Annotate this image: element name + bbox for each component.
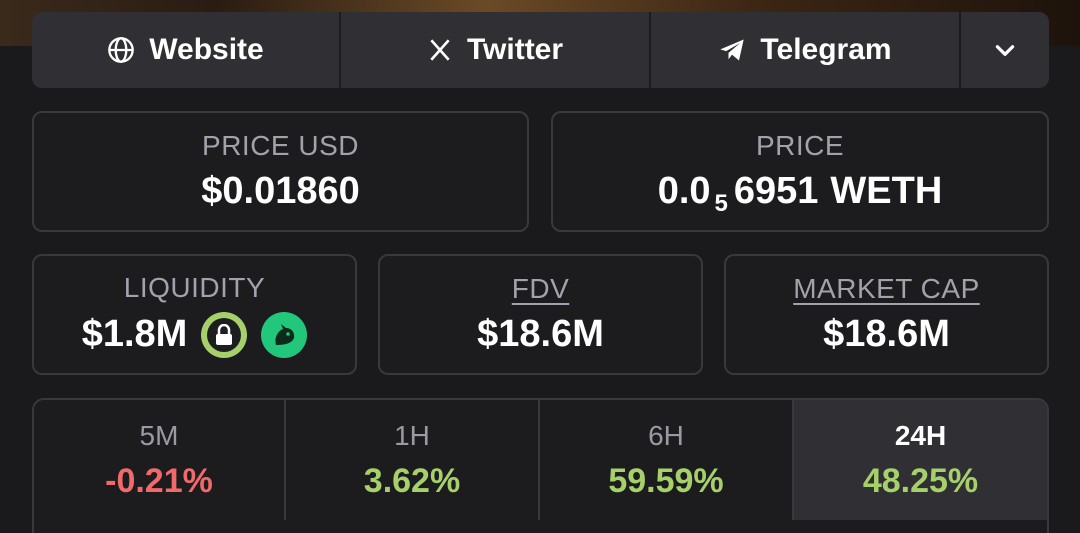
fdv-card: FDV $18.6M	[378, 254, 703, 375]
price-prefix: 0.0	[657, 170, 711, 212]
market-cap-value: $18.6M	[823, 313, 950, 355]
price-native-label: PRICE	[755, 130, 845, 161]
telegram-button[interactable]: Telegram	[651, 12, 961, 88]
price-native-card: PRICE 0.0 5 6951 WETH	[551, 111, 1049, 232]
price-change-value: -0.21%	[105, 461, 213, 500]
price-unit: WETH	[830, 170, 943, 212]
social-links-bar: Website Twitter Telegram	[32, 12, 1049, 88]
uniswap-icon[interactable]	[261, 311, 308, 358]
price-digits: 6951	[733, 170, 819, 212]
liquidity-card: LIQUIDITY $1.8M	[32, 254, 357, 375]
tab-label: 24H	[894, 419, 947, 451]
price-usd-label: PRICE USD	[202, 130, 359, 161]
price-change-value: 59.59%	[608, 461, 724, 500]
market-cap-label[interactable]: MARKET CAP	[793, 273, 980, 305]
tab-1h[interactable]: 1H 3.62%	[286, 400, 540, 520]
telegram-label: Telegram	[760, 33, 892, 66]
liquidity-value-row: $1.8M	[81, 311, 308, 358]
twitter-label: Twitter	[466, 33, 564, 66]
chevron-down-icon	[995, 45, 1015, 56]
market-cap-card: MARKET CAP $18.6M	[724, 254, 1049, 375]
tabs-panel-continuation	[32, 520, 1049, 533]
price-change-value: 3.62%	[363, 461, 461, 500]
tab-label: 5M	[139, 419, 179, 451]
price-native-value: 0.0 5 6951 WETH	[657, 170, 943, 217]
more-links-button[interactable]	[961, 12, 1049, 88]
price-usd-value: $0.01860	[201, 170, 360, 212]
tab-24h[interactable]: 24H 48.25%	[794, 400, 1047, 520]
liquidity-value: $1.8M	[81, 313, 188, 355]
liquidity-label: LIQUIDITY	[123, 271, 266, 303]
x-logo-icon	[430, 39, 450, 61]
tab-6h[interactable]: 6H 59.59%	[540, 400, 794, 520]
price-change-value: 48.25%	[862, 461, 979, 500]
price-usd-card: PRICE USD $0.01860	[32, 111, 529, 232]
tab-5m[interactable]: 5M -0.21%	[34, 400, 286, 520]
price-zero-count: 5	[714, 189, 728, 217]
fdv-value: $18.6M	[477, 313, 604, 355]
lock-icon[interactable]	[201, 311, 248, 358]
tab-label: 1H	[394, 419, 430, 451]
telegram-icon	[720, 39, 745, 61]
globe-icon	[108, 37, 135, 63]
fdv-label[interactable]: FDV	[512, 273, 570, 305]
website-button[interactable]: Website	[32, 12, 341, 88]
timeframe-tabs: 5M -0.21% 1H 3.62% 6H 59.59% 24H 48.25%	[32, 398, 1049, 522]
website-label: Website	[149, 33, 264, 66]
twitter-button[interactable]: Twitter	[341, 12, 651, 88]
tab-label: 6H	[648, 419, 684, 451]
